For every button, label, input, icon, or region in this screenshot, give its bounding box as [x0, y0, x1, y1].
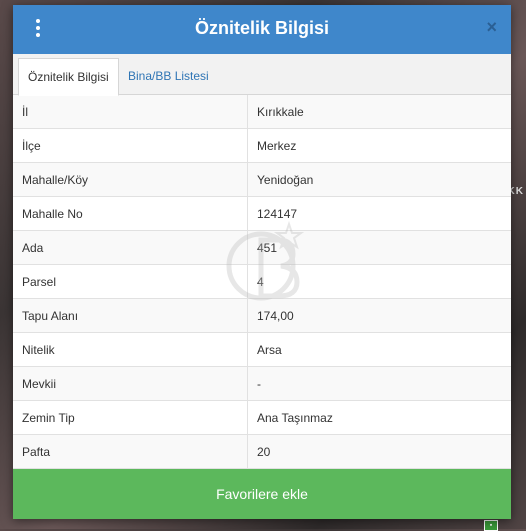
table-row: Zemin Tip Ana Taşınmaz: [13, 400, 511, 435]
attribute-key: Parsel: [13, 264, 248, 299]
attribute-key: Nitelik: [13, 332, 248, 367]
attribute-key: İlçe: [13, 128, 248, 163]
table-row: Pafta 20: [13, 434, 511, 469]
close-icon[interactable]: ×: [486, 17, 497, 38]
attribute-key: Mahalle No: [13, 196, 248, 231]
map-marker-icon: ▪: [484, 520, 498, 531]
table-row: İlçe Merkez: [13, 128, 511, 163]
attribute-key: Ada: [13, 230, 248, 265]
add-favorites-button[interactable]: Favorilere ekle: [13, 469, 511, 519]
dialog-header: Öznitelik Bilgisi ×: [13, 5, 511, 54]
dialog-title: Öznitelik Bilgisi: [194, 18, 330, 38]
table-row: Nitelik Arsa: [13, 332, 511, 367]
attribute-key: Mevkii: [13, 366, 248, 401]
attribute-key: İl: [13, 95, 248, 129]
attribute-value: Yenidoğan: [247, 162, 511, 197]
tab-attribute-info[interactable]: Öznitelik Bilgisi: [18, 58, 119, 96]
attribute-key: Mahalle/Köy: [13, 162, 248, 197]
attribute-value: 20: [247, 434, 511, 469]
table-row: Mahalle/Köy Yenidoğan: [13, 162, 511, 197]
attribute-value: Kırıkkale: [247, 95, 511, 129]
attribute-value: Ana Taşınmaz: [247, 400, 511, 435]
attribute-key: Pafta: [13, 434, 248, 469]
watermark-logo: [226, 220, 305, 301]
attribute-key: Zemin Tip: [13, 400, 248, 435]
attribute-value: -: [247, 366, 511, 401]
attribute-info-dialog: Öznitelik Bilgisi × Öznitelik Bilgisi Bi…: [13, 5, 511, 519]
attribute-key: Tapu Alanı: [13, 298, 248, 333]
table-row: Mevkii -: [13, 366, 511, 401]
attribute-value: Merkez: [247, 128, 511, 163]
table-row: İl Kırıkkale: [13, 95, 511, 129]
attribute-value: Arsa: [247, 332, 511, 367]
tab-building-list[interactable]: Bina/BB Listesi: [119, 58, 218, 94]
tab-bar: Öznitelik Bilgisi Bina/BB Listesi: [13, 54, 511, 96]
